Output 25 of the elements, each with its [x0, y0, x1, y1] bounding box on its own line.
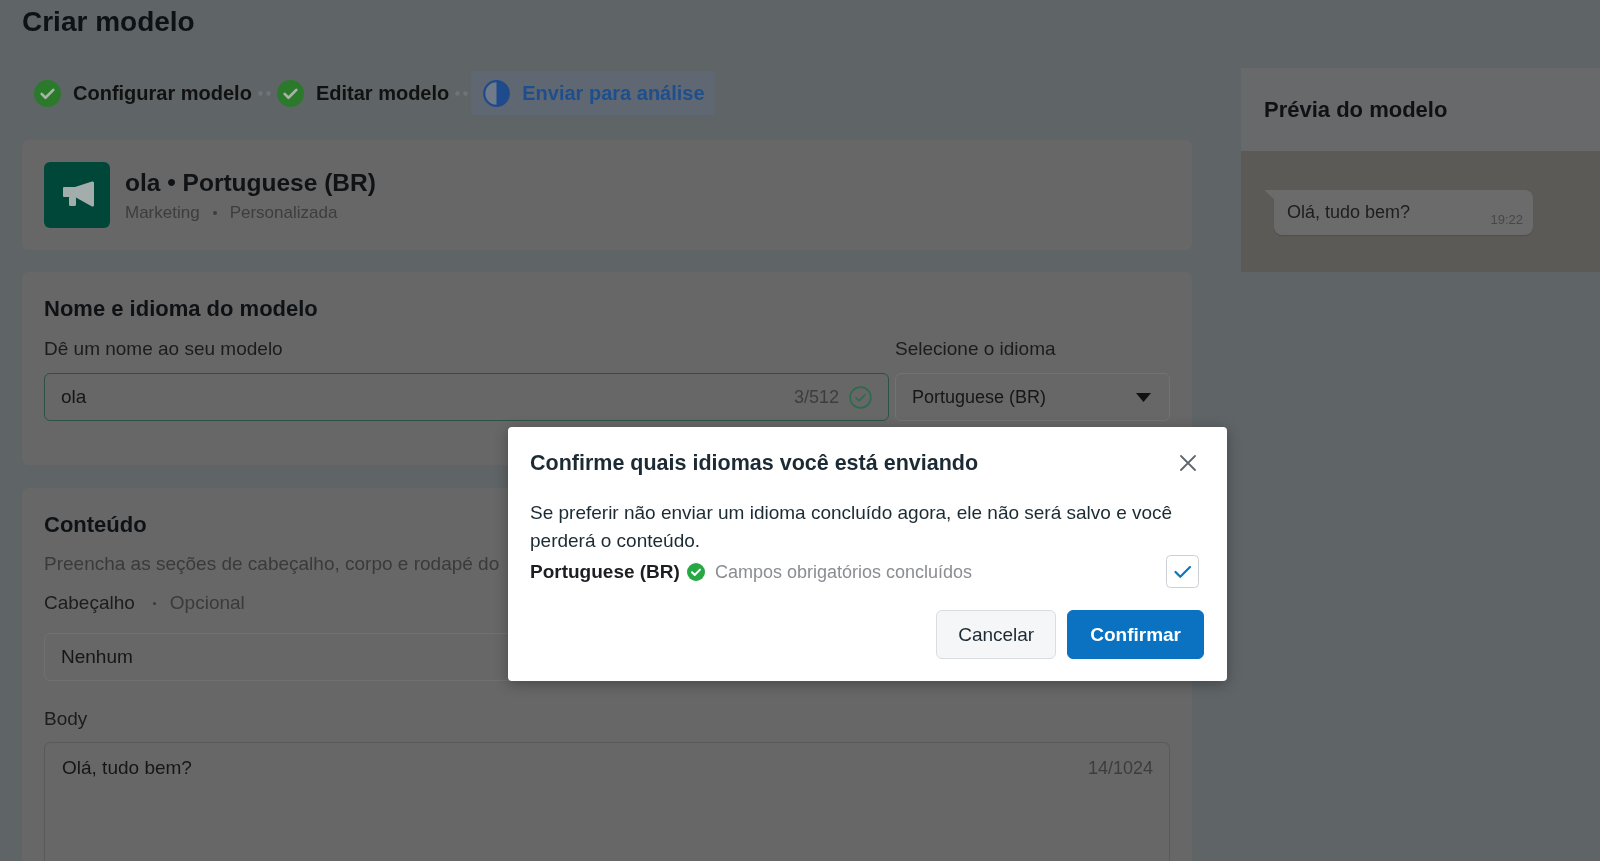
message-text: Olá, tudo bem?	[1287, 201, 1411, 223]
dialog-message: Se preferir não enviar um idioma concluído agora, ele não será salvo e você perderá o conteúdo.	[530, 501, 1174, 553]
language-status: Campos obrigatórios concluídos	[714, 560, 973, 583]
caret-down-icon	[1136, 392, 1151, 402]
field-label: Selecione o idioma	[895, 338, 1056, 360]
cancel-button[interactable]: Cancelar	[936, 610, 1057, 659]
dialog-title: Confirme quais idiomas você está enviando	[530, 450, 979, 477]
check-circle-icon	[849, 385, 872, 409]
step-label: Enviar para análise	[522, 81, 705, 105]
preview-title: Prévia do modelo	[1264, 96, 1448, 123]
megaphone-icon	[44, 162, 110, 228]
checkbox[interactable]	[1166, 555, 1199, 588]
section-title: Conteúdo	[44, 512, 147, 538]
step-label: Editar modelo	[315, 81, 450, 105]
field-label: Dê um nome ao seu modelo	[44, 338, 283, 360]
section-title: Nome e idioma do modelo	[44, 296, 318, 322]
field-label: Cabeçalho	[44, 592, 135, 614]
language-select[interactable]: Portuguese (BR)	[895, 373, 1170, 421]
language-name: Portuguese (BR)	[530, 559, 680, 584]
page-title: Criar modelo	[22, 5, 195, 39]
template-title: ola • Portuguese (BR)	[125, 167, 376, 198]
field-label: Body	[44, 707, 88, 730]
step-label: Configurar modelo	[73, 81, 252, 105]
confirm-button[interactable]: Confirmar	[1067, 610, 1204, 659]
close-icon[interactable]	[1180, 455, 1196, 471]
